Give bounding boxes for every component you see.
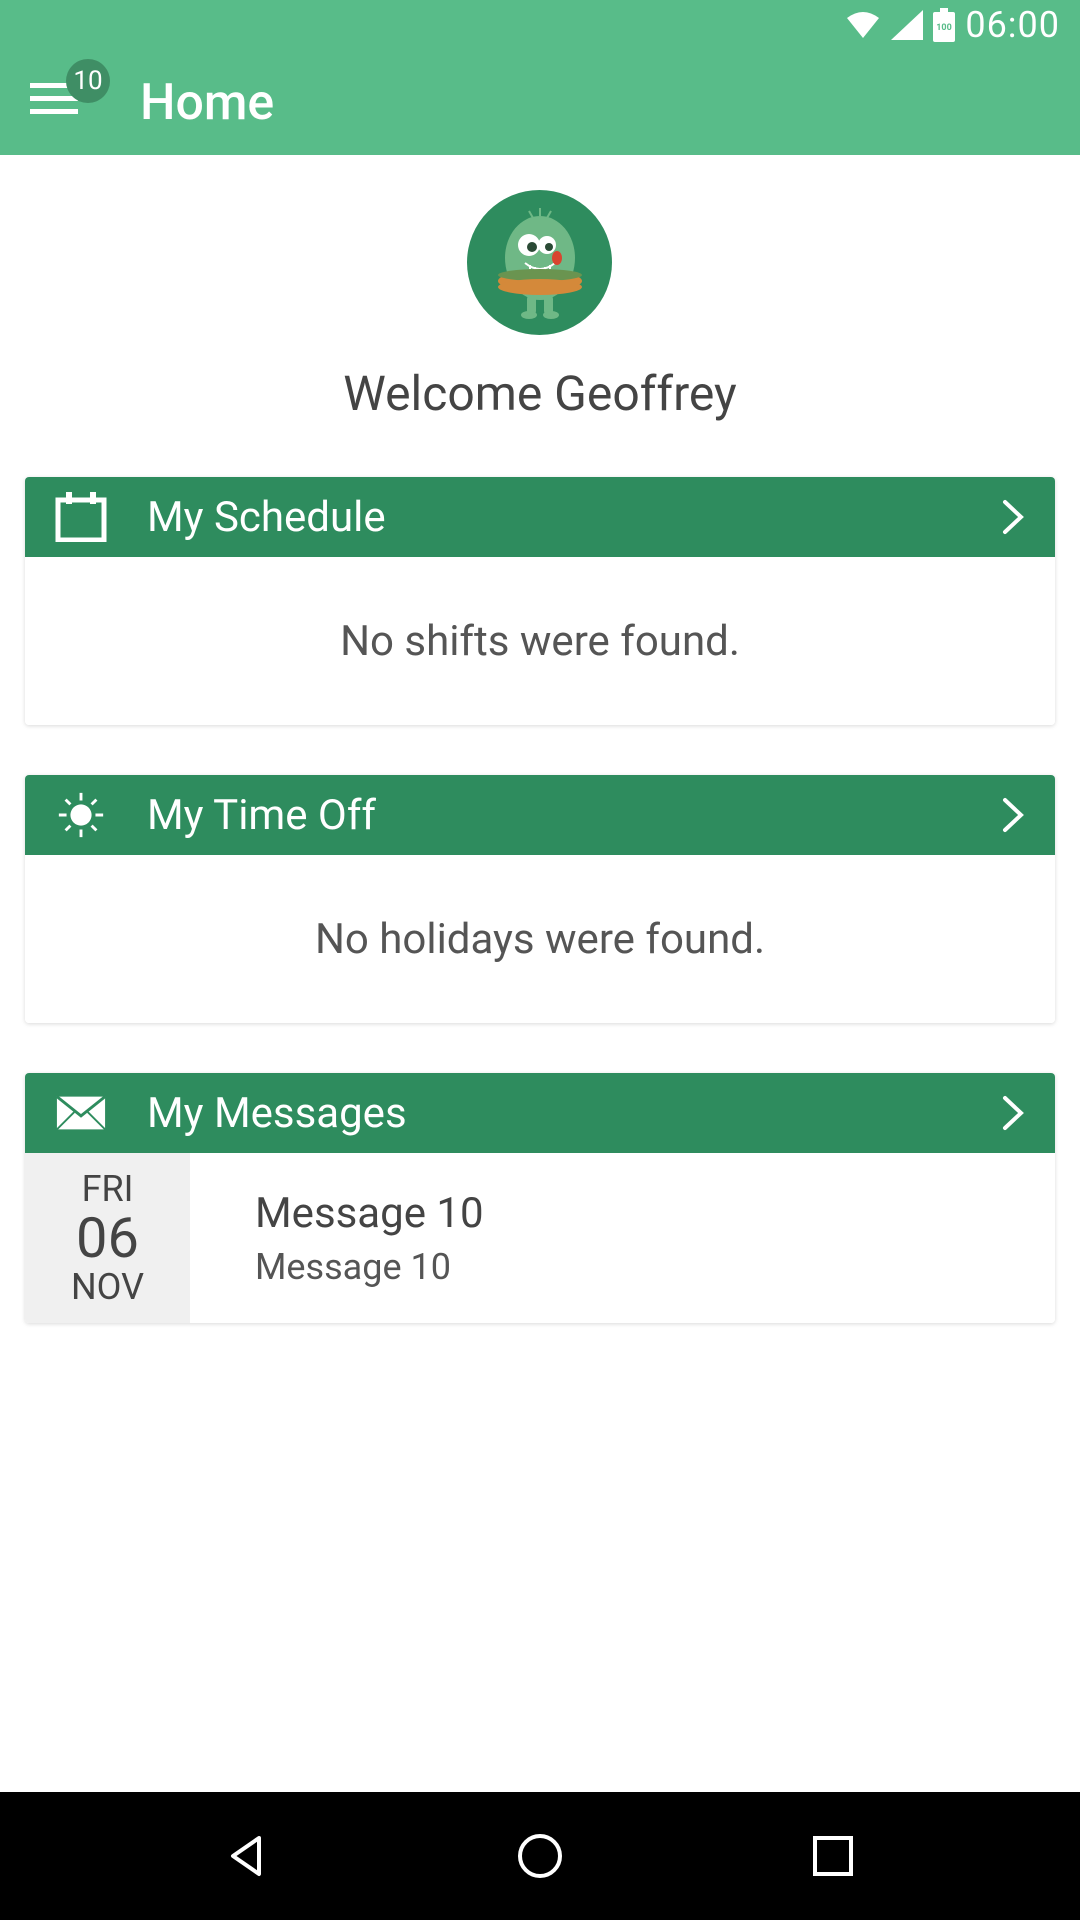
message-subtitle: Message 10	[255, 1246, 990, 1288]
messages-card: My Messages FRI 06 NOV Message 10 Messag…	[25, 1073, 1055, 1323]
mail-icon	[55, 1087, 107, 1139]
schedule-header[interactable]: My Schedule	[25, 477, 1055, 557]
content-area: Welcome Geoffrey My Schedule No shifts w…	[0, 155, 1080, 1792]
schedule-title: My Schedule	[147, 493, 961, 542]
avatar-section: Welcome Geoffrey	[343, 190, 737, 422]
timeoff-card: My Time Off No holidays were found.	[25, 775, 1055, 1023]
chevron-right-icon	[1001, 498, 1025, 536]
timeoff-header[interactable]: My Time Off	[25, 775, 1055, 855]
android-nav-bar	[0, 1792, 1080, 1920]
message-item[interactable]: FRI 06 NOV Message 10 Message 10	[25, 1153, 1055, 1323]
app-bar: 10 Home	[0, 50, 1080, 155]
message-day-num: 06	[76, 1210, 139, 1266]
wifi-icon	[845, 10, 881, 40]
welcome-text: Welcome Geoffrey	[343, 365, 737, 422]
schedule-body: No shifts were found.	[25, 557, 1055, 725]
schedule-empty-text: No shifts were found.	[340, 617, 740, 666]
status-bar: 100 06:00	[0, 0, 1080, 50]
chevron-right-icon	[1001, 1094, 1025, 1132]
battery-icon: 100	[933, 8, 955, 42]
chevron-right-icon	[1001, 796, 1025, 834]
recent-apps-button[interactable]	[803, 1826, 863, 1886]
message-month: NOV	[71, 1266, 144, 1308]
calendar-icon	[55, 491, 107, 543]
message-day-of-week: FRI	[82, 1168, 134, 1210]
home-button[interactable]	[510, 1826, 570, 1886]
messages-header[interactable]: My Messages	[25, 1073, 1055, 1153]
page-title: Home	[140, 74, 274, 132]
message-title: Message 10	[255, 1189, 990, 1238]
timeoff-title: My Time Off	[147, 791, 961, 840]
messages-title: My Messages	[147, 1089, 961, 1138]
back-button[interactable]	[217, 1826, 277, 1886]
schedule-card: My Schedule No shifts were found.	[25, 477, 1055, 725]
message-content: Message 10 Message 10	[190, 1153, 1055, 1323]
avatar	[467, 190, 612, 335]
timeoff-empty-text: No holidays were found.	[315, 915, 765, 964]
svg-text:100: 100	[937, 23, 953, 33]
message-date-box: FRI 06 NOV	[25, 1153, 190, 1323]
sun-icon	[55, 789, 107, 841]
timeoff-body: No holidays were found.	[25, 855, 1055, 1023]
status-time: 06:00	[965, 4, 1060, 46]
notification-badge: 10	[66, 59, 110, 103]
signal-icon	[891, 10, 923, 40]
menu-button[interactable]: 10	[30, 83, 80, 123]
